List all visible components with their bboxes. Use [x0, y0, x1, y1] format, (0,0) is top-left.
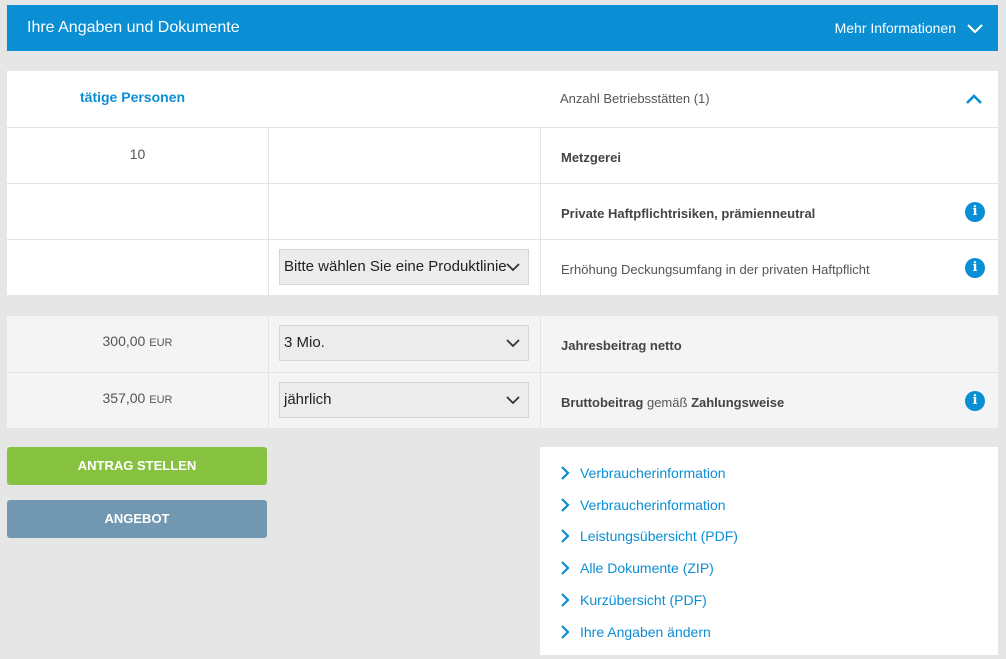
table-cell: Jahresbeitrag netto — [540, 316, 998, 372]
link-label: Verbraucherinformation — [580, 497, 726, 513]
amount: 300,00 — [102, 333, 146, 349]
link-short-overview[interactable]: Kurzübersicht (PDF) — [560, 592, 707, 608]
submit-application-button[interactable]: ANTRAG STELLEN — [7, 447, 267, 485]
coverage-sum-value: 3 Mio. — [284, 334, 325, 351]
link-label: Ihre Angaben ändern — [580, 624, 711, 640]
link-label: Alle Dokumente (ZIP) — [580, 560, 714, 576]
currency: EUR — [149, 337, 173, 349]
table-cell: 300,00 EUR — [7, 316, 268, 372]
header-cell-3: Anzahl Betriebsstätten (1) — [540, 71, 998, 127]
label-part: gemäß — [646, 395, 688, 410]
table-cell — [268, 184, 540, 239]
details-table: tätige Personen Anzahl Betriebsstätten (… — [7, 71, 998, 295]
chevron-right-icon — [561, 625, 570, 639]
chevron-right-icon — [561, 466, 570, 480]
table-row: Bitte wählen Sie eine Produktlinie Erhöh… — [7, 239, 998, 295]
info-icon[interactable]: i — [965, 202, 985, 222]
section-title: Ihre Angaben und Dokumente — [27, 19, 240, 36]
info-icon[interactable]: i — [965, 258, 985, 278]
document-links: Verbraucherinformation Verbraucherinform… — [540, 447, 998, 655]
business-type: Metzgerei — [561, 150, 621, 165]
chevron-down-icon — [506, 396, 520, 405]
link-all-documents[interactable]: Alle Dokumente (ZIP) — [560, 560, 714, 576]
net-premium-value: 300,00 EUR — [7, 333, 268, 349]
persons-value: 10 — [129, 146, 146, 162]
label-part: Bruttobeitrag — [561, 395, 644, 410]
table-cell: 10 — [7, 128, 268, 183]
table-cell: Metzgerei — [540, 128, 998, 183]
link-consumer-info-2[interactable]: Verbraucherinformation — [560, 497, 726, 513]
coverage-sum-select[interactable]: 3 Mio. — [279, 325, 529, 361]
currency: EUR — [149, 394, 173, 406]
table-cell: Bitte wählen Sie eine Produktlinie — [268, 240, 540, 295]
link-consumer-info-1[interactable]: Verbraucherinformation — [560, 465, 726, 481]
header-cell-1: tätige Personen — [7, 71, 268, 127]
product-line-select[interactable]: Bitte wählen Sie eine Produktlinie — [279, 249, 529, 285]
net-premium-label: Jahresbeitrag netto — [561, 338, 682, 353]
table-cell: Bruttobeitrag gemäß Zahlungsweise i — [540, 373, 998, 428]
table-row: Private Haftpflichtrisiken, prämienneutr… — [7, 183, 998, 239]
table-cell: 357,00 EUR — [7, 373, 268, 428]
table-cell: Erhöhung Deckungsumfang in der privaten … — [540, 240, 998, 295]
table-cell — [268, 128, 540, 183]
coverage-increase-label: Erhöhung Deckungsumfang in der privaten … — [561, 262, 870, 277]
chevron-down-icon — [506, 339, 520, 348]
table-row: 300,00 EUR 3 Mio. Jahresbeitrag netto — [7, 316, 998, 372]
more-info-toggle[interactable]: Mehr Informationen — [835, 19, 984, 37]
chevron-right-icon — [561, 561, 570, 575]
link-label: Leistungsübersicht (PDF) — [580, 528, 738, 544]
gross-premium-label: Bruttobeitrag gemäß Zahlungsweise — [561, 395, 784, 410]
table-row: 10 Metzgerei — [7, 127, 998, 183]
chevron-down-icon — [967, 24, 983, 34]
column-heading-persons: tätige Personen — [80, 89, 186, 105]
more-info-label: Mehr Informationen — [834, 20, 956, 36]
gross-premium-value: 357,00 EUR — [7, 390, 268, 406]
link-edit-details[interactable]: Ihre Angaben ändern — [560, 624, 711, 640]
chevron-down-icon — [506, 263, 520, 272]
chevron-right-icon — [561, 593, 570, 607]
table-header-row: tätige Personen Anzahl Betriebsstätten (… — [7, 71, 998, 127]
section-header: Ihre Angaben und Dokumente Mehr Informat… — [7, 5, 998, 51]
payment-frequency-value: jährlich — [284, 391, 332, 408]
chevron-right-icon — [561, 498, 570, 512]
pricing-table: 300,00 EUR 3 Mio. Jahresbeitrag netto 35… — [7, 316, 998, 428]
link-label: Kurzübersicht (PDF) — [580, 592, 707, 608]
table-cell — [7, 240, 268, 295]
offer-button[interactable]: ANGEBOT — [7, 500, 267, 538]
table-cell: jährlich — [268, 373, 540, 428]
product-line-value: Bitte wählen Sie eine Produktlinie — [284, 258, 507, 275]
link-label: Verbraucherinformation — [580, 465, 726, 481]
table-cell — [7, 184, 268, 239]
label-part: Zahlungsweise — [691, 395, 785, 410]
table-cell: 3 Mio. — [268, 316, 540, 372]
payment-frequency-select[interactable]: jährlich — [279, 382, 529, 418]
amount: 357,00 — [102, 390, 146, 406]
table-cell: Private Haftpflichtrisiken, prämienneutr… — [540, 184, 998, 239]
info-icon[interactable]: i — [965, 391, 985, 411]
column-heading-sites: Anzahl Betriebsstätten (1) — [560, 91, 710, 106]
chevron-right-icon — [561, 529, 570, 543]
chevron-up-icon[interactable] — [965, 92, 983, 106]
table-row: 357,00 EUR jährlich Bruttobeitrag gemäß … — [7, 372, 998, 428]
private-liability-label: Private Haftpflichtrisiken, prämienneutr… — [561, 206, 816, 221]
link-benefits-overview[interactable]: Leistungsübersicht (PDF) — [560, 528, 738, 544]
